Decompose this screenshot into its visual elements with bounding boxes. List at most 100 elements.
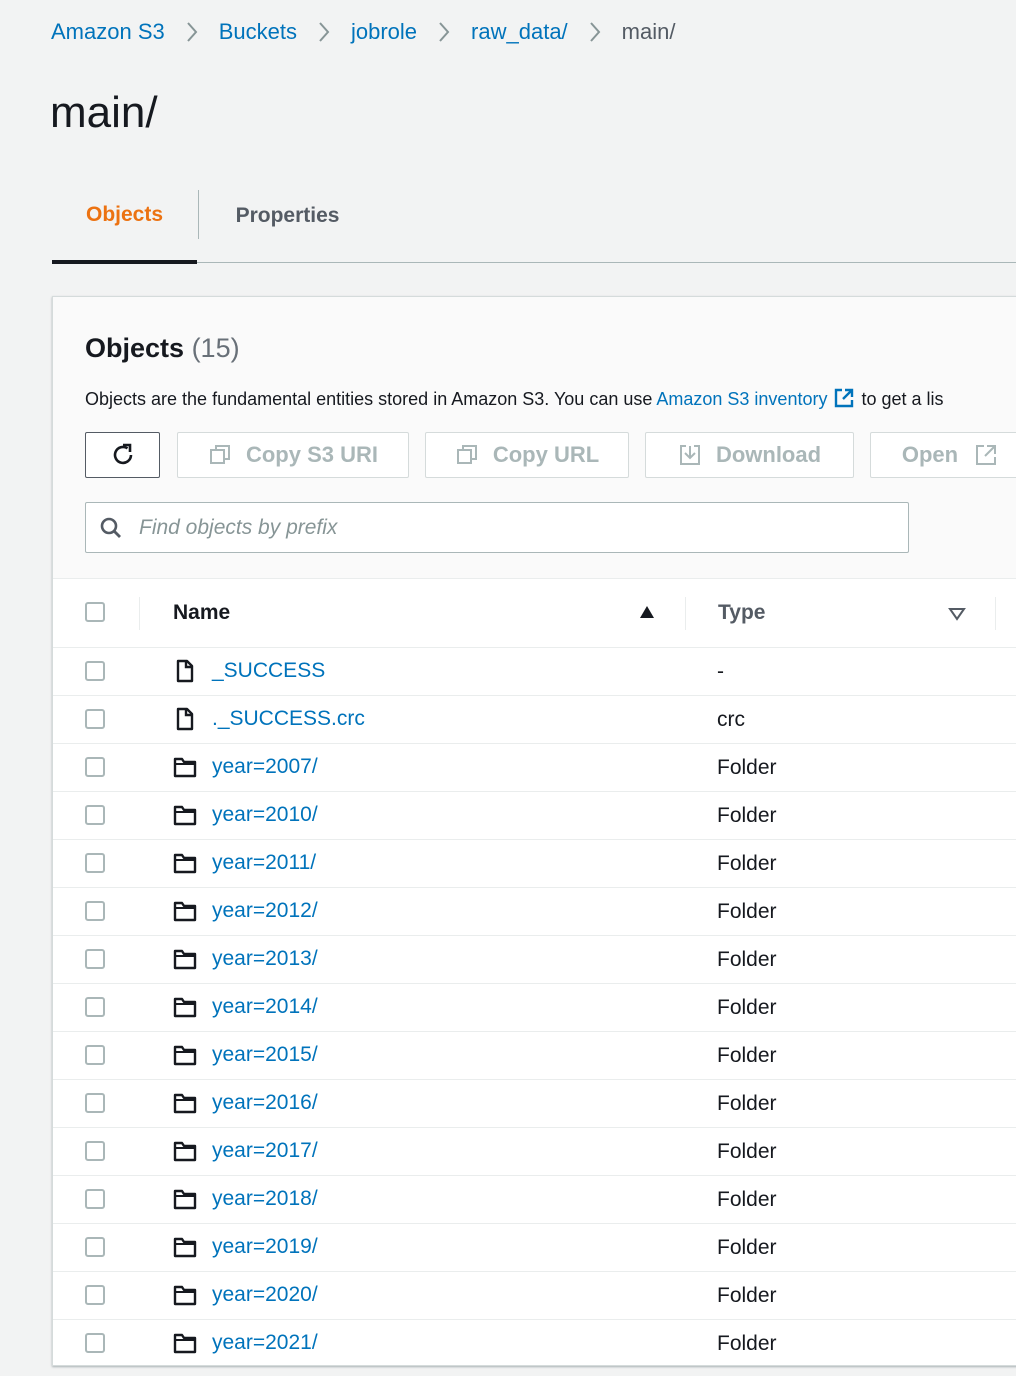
object-name-link[interactable]: year=2010/ [212,803,318,827]
external-link-icon[interactable] [833,387,855,409]
file-icon [173,659,197,683]
object-name-link[interactable]: year=2015/ [212,1043,318,1067]
panel-description: Objects are the fundamental entities sto… [85,387,944,410]
object-name-link[interactable]: year=2007/ [212,755,318,779]
folder-icon [173,1091,197,1115]
folder-icon [173,947,197,971]
inventory-link[interactable]: Amazon S3 inventory [656,389,827,409]
description-suffix: to get a lis [861,389,944,409]
row-checkbox[interactable] [85,757,105,777]
object-name-link[interactable]: _SUCCESS [212,659,325,683]
object-type: Folder [717,1332,777,1355]
column-header-type[interactable]: Type [718,601,765,625]
file-icon [173,707,197,731]
description-text: Objects are the fundamental entities sto… [85,389,657,409]
table-row[interactable]: year=2015/Folder [53,1032,1016,1080]
refresh-icon [113,443,132,465]
folder-icon [173,1331,197,1355]
row-checkbox[interactable] [85,661,105,681]
copy-url-button[interactable]: Copy URL [425,432,629,478]
copy-s3-uri-button[interactable]: Copy S3 URI [177,432,409,478]
folder-icon [173,1235,197,1259]
open-button[interactable]: Open [870,432,1016,478]
table-body: _SUCCESS - ._SUCCESS.crc crc year=2007/Folde… [53,648,1016,1367]
folder-icon [173,1187,197,1211]
column-separator [995,597,996,630]
table-row[interactable]: year=2007/Folder [53,744,1016,792]
download-button[interactable]: Download [645,432,854,478]
row-checkbox[interactable] [85,805,105,825]
object-name-link[interactable]: year=2017/ [212,1139,318,1163]
download-label: Download [715,442,822,467]
column-separator [139,597,140,630]
object-name-link[interactable]: year=2016/ [212,1091,318,1115]
breadcrumb-amazon-s3[interactable]: Amazon S3 [51,19,165,45]
row-checkbox[interactable] [85,949,105,969]
folder-icon [173,1139,197,1163]
row-checkbox[interactable] [85,1237,105,1257]
table-row[interactable]: year=2013/Folder [53,936,1016,984]
row-checkbox[interactable] [85,997,105,1017]
object-name-link[interactable]: year=2011/ [212,851,316,875]
table-row[interactable]: year=2010/Folder [53,792,1016,840]
object-name-link[interactable]: ._SUCCESS.crc [212,707,365,731]
object-type: Folder [717,900,777,923]
row-checkbox[interactable] [85,1189,105,1209]
tab-properties[interactable]: Properties [200,170,375,262]
object-name-link[interactable]: year=2019/ [212,1235,318,1259]
table-row[interactable]: year=2012/Folder [53,888,1016,936]
row-checkbox[interactable] [85,1333,105,1353]
open-label: Open [901,442,959,467]
table-row[interactable]: year=2021/Folder [53,1320,1016,1367]
breadcrumb-jobrole[interactable]: jobrole [351,19,417,45]
external-link-icon [976,445,997,465]
row-checkbox[interactable] [85,853,105,873]
chevron-right-icon [437,20,451,44]
object-type: Folder [717,1140,777,1163]
table-row[interactable]: year=2016/Folder [53,1080,1016,1128]
object-name-link[interactable]: year=2018/ [212,1187,318,1211]
table-row[interactable]: year=2020/Folder [53,1272,1016,1320]
tab-objects[interactable]: Objects [52,170,197,264]
object-type: Folder [717,756,777,779]
folder-icon [173,1283,197,1307]
row-checkbox[interactable] [85,1285,105,1305]
object-type: Folder [717,804,777,827]
object-type: Folder [717,852,777,875]
table-row[interactable]: year=2011/Folder [53,840,1016,888]
object-name-link[interactable]: year=2012/ [212,899,318,923]
column-separator [685,597,686,630]
table-row[interactable]: year=2019/Folder [53,1224,1016,1272]
refresh-button[interactable] [85,432,160,478]
objects-panel-header: Objects (15) Objects are the fundamental… [53,297,1016,579]
page-title: main/ [50,88,158,137]
row-checkbox[interactable] [85,1141,105,1161]
object-name-link[interactable]: year=2020/ [212,1283,318,1307]
object-type: Folder [717,948,777,971]
panel-title-text: Objects [85,333,185,363]
sort-ascending-icon[interactable] [638,604,656,620]
breadcrumb-current: main/ [621,19,676,44]
row-checkbox[interactable] [85,901,105,921]
copy-icon [209,445,230,464]
object-name-link[interactable]: year=2021/ [212,1331,318,1355]
breadcrumb-buckets[interactable]: Buckets [219,19,297,45]
select-all-checkbox[interactable] [85,602,105,622]
search-input[interactable] [137,514,841,541]
row-checkbox[interactable] [85,709,105,729]
table-row[interactable]: year=2017/Folder [53,1128,1016,1176]
breadcrumb-raw-data[interactable]: raw_data/ [471,19,568,45]
table-row[interactable]: year=2018/Folder [53,1176,1016,1224]
table-row[interactable]: ._SUCCESS.crc crc [53,696,1016,744]
column-header-name[interactable]: Name [173,601,230,625]
objects-panel: Objects (15) Objects are the fundamental… [52,296,1016,1366]
table-row[interactable]: year=2014/Folder [53,984,1016,1032]
object-name-link[interactable]: year=2014/ [212,995,318,1019]
sort-descending-icon[interactable] [948,607,966,621]
row-checkbox[interactable] [85,1045,105,1065]
row-checkbox[interactable] [85,1093,105,1113]
search-box [85,502,909,553]
object-name-link[interactable]: year=2013/ [212,947,318,971]
table-row[interactable]: _SUCCESS - [53,648,1016,696]
object-count: (15) [191,333,240,363]
